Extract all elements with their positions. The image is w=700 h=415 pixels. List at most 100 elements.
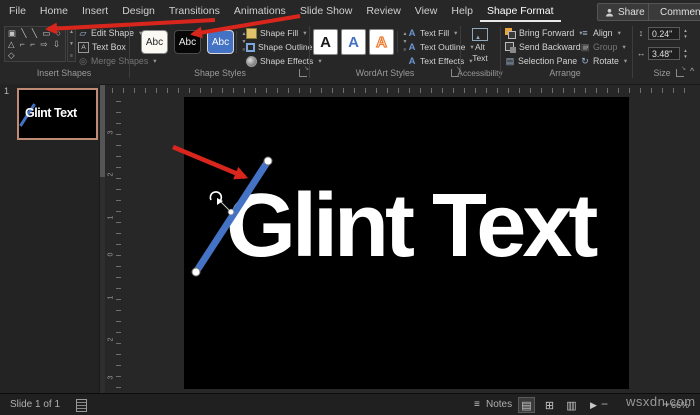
reading-view-button[interactable]: ▥ [563, 397, 580, 413]
gallery-down-icon[interactable]: ▼ [69, 41, 74, 47]
slide-sorter-icon: ⊞ [544, 399, 555, 412]
spinner-up-icon[interactable]: ▲ [683, 28, 687, 33]
tab-shape-format[interactable]: Shape Format [479, 1, 561, 22]
zoom-out-button[interactable]: − [601, 397, 608, 411]
shape-height-input[interactable]: 0.24" [648, 27, 680, 40]
slide-sorter-view-button[interactable]: ⊞ [541, 397, 558, 413]
text-fill-button[interactable]: A Text Fill [407, 27, 457, 39]
slide-show-button[interactable]: ▶ [585, 397, 602, 413]
shape-outline-icon [246, 42, 255, 52]
notes-button[interactable]: Notes [486, 399, 512, 410]
tab-help[interactable]: Help [444, 1, 480, 22]
gallery-more-icon[interactable]: ≡ [404, 47, 407, 53]
shape-style-preset-blue[interactable]: Abc [207, 30, 234, 54]
alt-text-label-2: Text [472, 52, 488, 63]
slide-wordart-text[interactable]: Glint Text [226, 181, 598, 271]
shape-gallery-row-2: △ ⌐ ⌐ ⇨ ⇩ ◇ [8, 39, 62, 60]
collapse-ribbon-chevron[interactable]: ^ [690, 66, 694, 76]
comments-button[interactable]: Comments [648, 3, 700, 21]
shape-height-spinner[interactable]: ▲ ▼ [681, 27, 690, 40]
shape-style-preset-black[interactable]: Abc [174, 30, 201, 54]
tab-home[interactable]: Home [33, 1, 75, 22]
text-box-icon: A [78, 41, 89, 53]
shape-effects-icon [246, 55, 257, 67]
shape-outline-label: Shape Outline [258, 42, 313, 52]
group-label-arrange: Arrange [549, 68, 581, 78]
tab-insert[interactable]: Insert [75, 1, 115, 22]
group-divider [500, 26, 501, 78]
wordart-preset-orange-outline[interactable]: A [369, 29, 394, 55]
spinner-down-icon[interactable]: ▼ [683, 54, 687, 59]
tab-review[interactable]: Review [359, 1, 407, 22]
spinner-up-icon[interactable]: ▲ [683, 48, 687, 53]
tab-transitions[interactable]: Transitions [162, 1, 227, 22]
tab-design[interactable]: Design [115, 1, 162, 22]
shape-width-spinner[interactable]: ▲ ▼ [681, 47, 690, 60]
align-label: Align [593, 28, 613, 38]
text-fill-label: Text Fill [420, 28, 450, 38]
rotate-label: Rotate [593, 56, 619, 66]
spinner-down-icon[interactable]: ▼ [683, 34, 687, 39]
ruler-number: 3 [107, 130, 115, 135]
edit-shape-button[interactable]: ▱ Edit Shape [78, 27, 142, 39]
edit-shape-label: Edit Shape [91, 28, 135, 38]
send-backward-button[interactable]: Send Backward [505, 41, 589, 53]
shape-styles-dialog-launcher[interactable] [299, 65, 309, 77]
shape-gallery-scrollbar[interactable]: ▲ ▼ ≡ [67, 26, 76, 62]
shape-fill-button[interactable]: Shape Fill [246, 27, 306, 39]
share-person-icon [605, 8, 614, 17]
shape-gallery-row-3: ʃ ⌒ { } ☆ [8, 61, 65, 62]
ruler-number: 2 [107, 337, 115, 342]
group-button[interactable]: ▣ Group [580, 41, 626, 53]
size-dialog-launcher[interactable] [676, 65, 686, 77]
group-label-btn: Group [593, 42, 618, 52]
alt-text-button[interactable]: Alt Text [464, 25, 496, 65]
notes-lines-icon: ≡ [474, 399, 480, 410]
group-label-shape-styles: Shape Styles [194, 68, 246, 78]
ribbon: ▣ ╲ ╲ ▭ ○ △ ⌐ ⌐ ⇨ ⇩ ◇ ʃ ⌒ { } ☆ ▲ ▼ ≡ ▱ … [0, 22, 700, 85]
rotate-button[interactable]: ↻ Rotate [580, 55, 627, 67]
horizontal-ruler [112, 88, 692, 93]
align-button[interactable]: ≡ Align [580, 27, 621, 39]
slide-indicator: Slide 1 of 1 [10, 399, 61, 410]
gallery-more-icon[interactable]: ≡ [243, 47, 246, 53]
slide-thumbnail[interactable]: Glint Text [17, 88, 98, 140]
text-box-label: Text Box [92, 42, 126, 52]
group-divider [632, 26, 633, 78]
group-label-wordart-styles: WordArt Styles [355, 68, 415, 78]
ruler-number: 0 [107, 252, 115, 257]
selection-pane-button[interactable]: ▤ Selection Pane [505, 55, 577, 67]
shape-gallery[interactable]: ▣ ╲ ╲ ▭ ○ △ ⌐ ⌐ ⇨ ⇩ ◇ ʃ ⌒ { } ☆ [4, 26, 66, 62]
tab-animations[interactable]: Animations [227, 1, 293, 22]
wordart-preset-blue[interactable]: A [341, 29, 366, 55]
normal-view-icon: ▤ [521, 399, 532, 412]
shape-width-icon: ↔ [636, 48, 646, 58]
shape-height-icon: ↕ [638, 28, 644, 38]
merge-shapes-button[interactable]: ◎ Merge Shapes [78, 55, 156, 67]
wordart-preset-black[interactable]: A [313, 29, 338, 55]
normal-view-button[interactable]: ▤ [518, 397, 535, 413]
group-label-accessibility: Accessibility [457, 68, 503, 78]
text-effects-icon: A [408, 55, 416, 67]
gallery-up-icon[interactable]: ▲ [69, 29, 74, 35]
text-box-button[interactable]: A Text Box [78, 41, 126, 53]
tab-view[interactable]: View [408, 1, 445, 22]
send-backward-label: Send Backward [519, 42, 581, 52]
bring-forward-button[interactable]: Bring Forward [505, 27, 583, 39]
reading-view-icon: ▥ [566, 399, 577, 412]
group-label-insert-shapes: Insert Shapes [36, 68, 92, 78]
text-effects-button[interactable]: A Text Effects [407, 55, 473, 67]
tab-file[interactable]: File [2, 1, 33, 22]
gallery-more-icon[interactable]: ≡ [70, 53, 73, 59]
status-bar: Slide 1 of 1 ≡ Notes ▤ ⊞ ▥ ▶ − + 66% ↘ [0, 393, 700, 415]
shape-effects-button[interactable]: Shape Effects [246, 55, 322, 67]
group-divider [309, 26, 310, 78]
panel-scrollbar-thumb[interactable] [100, 85, 105, 177]
send-backward-icon [505, 41, 516, 53]
tab-slide-show[interactable]: Slide Show [293, 1, 360, 22]
shape-width-input[interactable]: 3.48" [648, 47, 680, 60]
powerpoint-window: File Home Insert Design Transitions Anim… [0, 0, 700, 415]
accessibility-checker-icon[interactable] [76, 399, 87, 412]
panel-scrollbar[interactable] [100, 85, 105, 393]
shape-style-preset-white[interactable]: Abc [141, 30, 168, 54]
